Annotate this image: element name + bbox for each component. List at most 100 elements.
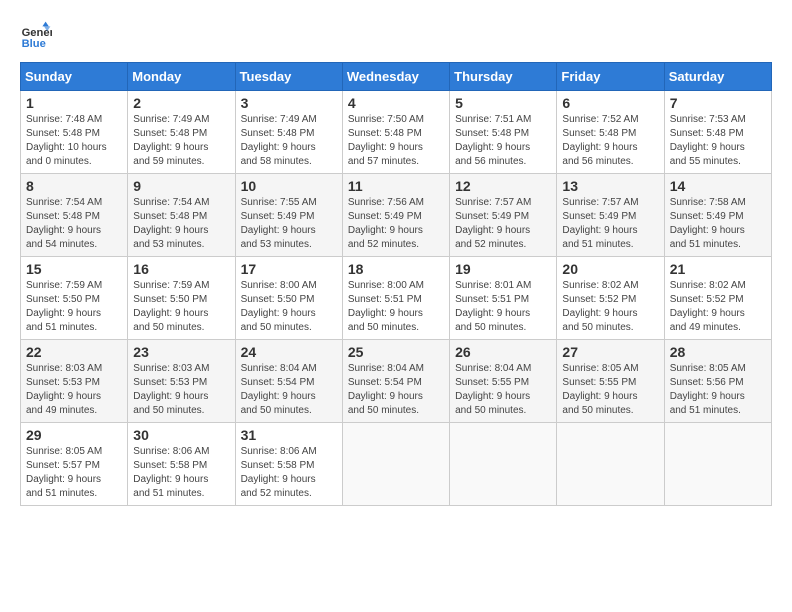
day-info: Sunrise: 8:02 AM Sunset: 5:52 PM Dayligh… bbox=[562, 279, 658, 335]
day-info: Sunrise: 7:55 AM Sunset: 5:49 PM Dayligh… bbox=[241, 196, 337, 252]
calendar-week-2: 8Sunrise: 7:54 AM Sunset: 5:48 PM Daylig… bbox=[21, 174, 772, 257]
calendar-cell: 18Sunrise: 8:00 AM Sunset: 5:51 PM Dayli… bbox=[342, 257, 449, 340]
day-info: Sunrise: 8:04 AM Sunset: 5:55 PM Dayligh… bbox=[455, 362, 551, 418]
day-number: 28 bbox=[670, 344, 766, 360]
day-info: Sunrise: 7:53 AM Sunset: 5:48 PM Dayligh… bbox=[670, 113, 766, 169]
day-number: 21 bbox=[670, 261, 766, 277]
calendar-cell: 29 Sunrise: 8:05 AM Sunset: 5:57 PM Dayli… bbox=[21, 423, 128, 506]
day-info: Sunrise: 7:57 AM Sunset: 5:49 PM Dayligh… bbox=[562, 196, 658, 252]
day-number: 6 bbox=[562, 95, 658, 111]
day-number: 1 bbox=[26, 95, 122, 111]
day-number: 26 bbox=[455, 344, 551, 360]
day-info: Sunrise: 7:54 AM Sunset: 5:48 PM Dayligh… bbox=[26, 196, 122, 252]
svg-text:Blue: Blue bbox=[22, 38, 46, 50]
day-number: 23 bbox=[133, 344, 229, 360]
day-info: Sunrise: 8:03 AM Sunset: 5:53 PM Dayligh… bbox=[133, 362, 229, 418]
calendar-cell: 13Sunrise: 7:57 AM Sunset: 5:49 PM Dayli… bbox=[557, 174, 664, 257]
day-number: 3 bbox=[241, 95, 337, 111]
day-info: Sunrise: 8:05 AM Sunset: 5:57 PM Dayligh… bbox=[26, 445, 122, 501]
day-info: Sunrise: 8:02 AM Sunset: 5:52 PM Dayligh… bbox=[670, 279, 766, 335]
day-number: 19 bbox=[455, 261, 551, 277]
day-info: Sunrise: 8:05 AM Sunset: 5:55 PM Dayligh… bbox=[562, 362, 658, 418]
day-number: 27 bbox=[562, 344, 658, 360]
day-number: 14 bbox=[670, 178, 766, 194]
day-number: 31 bbox=[241, 427, 337, 443]
day-info: Sunrise: 7:58 AM Sunset: 5:49 PM Dayligh… bbox=[670, 196, 766, 252]
calendar-week-3: 15 Sunrise: 7:59 AM Sunset: 5:50 PM Dayli… bbox=[21, 257, 772, 340]
day-info: Sunrise: 7:59 AM Sunset: 5:50 PM Dayligh… bbox=[26, 279, 122, 335]
calendar-week-4: 22 Sunrise: 8:03 AM Sunset: 5:53 PM Dayli… bbox=[21, 340, 772, 423]
day-info: Sunrise: 8:06 AM Sunset: 5:58 PM Dayligh… bbox=[133, 445, 229, 501]
calendar-cell: 12Sunrise: 7:57 AM Sunset: 5:49 PM Dayli… bbox=[450, 174, 557, 257]
day-info: Sunrise: 8:06 AM Sunset: 5:58 PM Dayligh… bbox=[241, 445, 337, 501]
day-info: Sunrise: 7:52 AM Sunset: 5:48 PM Dayligh… bbox=[562, 113, 658, 169]
weekday-thursday: Thursday bbox=[450, 63, 557, 91]
day-number: 5 bbox=[455, 95, 551, 111]
calendar-cell: 17Sunrise: 8:00 AM Sunset: 5:50 PM Dayli… bbox=[235, 257, 342, 340]
day-number: 16 bbox=[133, 261, 229, 277]
day-info: Sunrise: 7:56 AM Sunset: 5:49 PM Dayligh… bbox=[348, 196, 444, 252]
day-number: 7 bbox=[670, 95, 766, 111]
day-info: Sunrise: 8:03 AM Sunset: 5:53 PM Dayligh… bbox=[26, 362, 122, 418]
weekday-header-row: SundayMondayTuesdayWednesdayThursdayFrid… bbox=[21, 63, 772, 91]
day-number: 30 bbox=[133, 427, 229, 443]
calendar-cell: 14 Sunrise: 7:58 AM Sunset: 5:49 PM Dayli… bbox=[664, 174, 771, 257]
day-number: 10 bbox=[241, 178, 337, 194]
day-number: 29 bbox=[26, 427, 122, 443]
calendar-cell: 11Sunrise: 7:56 AM Sunset: 5:49 PM Dayli… bbox=[342, 174, 449, 257]
day-number: 2 bbox=[133, 95, 229, 111]
calendar-cell bbox=[450, 423, 557, 506]
calendar-cell bbox=[557, 423, 664, 506]
day-info: Sunrise: 7:48 AM Sunset: 5:48 PM Dayligh… bbox=[26, 113, 122, 169]
logo: General Blue bbox=[20, 20, 56, 52]
day-info: Sunrise: 7:49 AM Sunset: 5:48 PM Dayligh… bbox=[133, 113, 229, 169]
calendar-cell bbox=[342, 423, 449, 506]
calendar-cell: 21 Sunrise: 8:02 AM Sunset: 5:52 PM Dayli… bbox=[664, 257, 771, 340]
calendar-cell: 4 Sunrise: 7:50 AM Sunset: 5:48 PM Daylig… bbox=[342, 91, 449, 174]
calendar-week-5: 29 Sunrise: 8:05 AM Sunset: 5:57 PM Dayli… bbox=[21, 423, 772, 506]
weekday-sunday: Sunday bbox=[21, 63, 128, 91]
calendar-cell: 6 Sunrise: 7:52 AM Sunset: 5:48 PM Daylig… bbox=[557, 91, 664, 174]
calendar-cell: 3 Sunrise: 7:49 AM Sunset: 5:48 PM Daylig… bbox=[235, 91, 342, 174]
calendar-cell: 8Sunrise: 7:54 AM Sunset: 5:48 PM Daylig… bbox=[21, 174, 128, 257]
day-info: Sunrise: 7:49 AM Sunset: 5:48 PM Dayligh… bbox=[241, 113, 337, 169]
calendar-cell: 10 Sunrise: 7:55 AM Sunset: 5:49 PM Dayli… bbox=[235, 174, 342, 257]
weekday-monday: Monday bbox=[128, 63, 235, 91]
weekday-tuesday: Tuesday bbox=[235, 63, 342, 91]
day-info: Sunrise: 7:59 AM Sunset: 5:50 PM Dayligh… bbox=[133, 279, 229, 335]
calendar-cell: 16 Sunrise: 7:59 AM Sunset: 5:50 PM Dayli… bbox=[128, 257, 235, 340]
calendar-cell: 19 Sunrise: 8:01 AM Sunset: 5:51 PM Dayli… bbox=[450, 257, 557, 340]
calendar-cell: 9 Sunrise: 7:54 AM Sunset: 5:48 PM Daylig… bbox=[128, 174, 235, 257]
calendar-cell: 31 Sunrise: 8:06 AM Sunset: 5:58 PM Dayli… bbox=[235, 423, 342, 506]
day-number: 25 bbox=[348, 344, 444, 360]
day-number: 24 bbox=[241, 344, 337, 360]
day-info: Sunrise: 8:00 AM Sunset: 5:50 PM Dayligh… bbox=[241, 279, 337, 335]
day-info: Sunrise: 8:01 AM Sunset: 5:51 PM Dayligh… bbox=[455, 279, 551, 335]
calendar-cell: 27 Sunrise: 8:05 AM Sunset: 5:55 PM Dayli… bbox=[557, 340, 664, 423]
calendar-cell: 15 Sunrise: 7:59 AM Sunset: 5:50 PM Dayli… bbox=[21, 257, 128, 340]
calendar-cell: 7 Sunrise: 7:53 AM Sunset: 5:48 PM Daylig… bbox=[664, 91, 771, 174]
calendar-cell bbox=[664, 423, 771, 506]
calendar-cell: 22 Sunrise: 8:03 AM Sunset: 5:53 PM Dayli… bbox=[21, 340, 128, 423]
calendar-cell: 1 Sunrise: 7:48 AM Sunset: 5:48 PM Daylig… bbox=[21, 91, 128, 174]
weekday-saturday: Saturday bbox=[664, 63, 771, 91]
day-info: Sunrise: 7:57 AM Sunset: 5:49 PM Dayligh… bbox=[455, 196, 551, 252]
calendar-cell: 24 Sunrise: 8:04 AM Sunset: 5:54 PM Dayli… bbox=[235, 340, 342, 423]
day-number: 22 bbox=[26, 344, 122, 360]
day-info: Sunrise: 8:04 AM Sunset: 5:54 PM Dayligh… bbox=[241, 362, 337, 418]
calendar-cell: 30 Sunrise: 8:06 AM Sunset: 5:58 PM Dayli… bbox=[128, 423, 235, 506]
day-info: Sunrise: 7:50 AM Sunset: 5:48 PM Dayligh… bbox=[348, 113, 444, 169]
calendar-body: 1 Sunrise: 7:48 AM Sunset: 5:48 PM Daylig… bbox=[21, 91, 772, 506]
day-number: 20 bbox=[562, 261, 658, 277]
day-info: Sunrise: 8:05 AM Sunset: 5:56 PM Dayligh… bbox=[670, 362, 766, 418]
day-number: 4 bbox=[348, 95, 444, 111]
calendar-cell: 28 Sunrise: 8:05 AM Sunset: 5:56 PM Dayli… bbox=[664, 340, 771, 423]
day-number: 15 bbox=[26, 261, 122, 277]
weekday-wednesday: Wednesday bbox=[342, 63, 449, 91]
calendar-week-1: 1 Sunrise: 7:48 AM Sunset: 5:48 PM Daylig… bbox=[21, 91, 772, 174]
day-info: Sunrise: 7:54 AM Sunset: 5:48 PM Dayligh… bbox=[133, 196, 229, 252]
day-number: 9 bbox=[133, 178, 229, 194]
weekday-friday: Friday bbox=[557, 63, 664, 91]
day-info: Sunrise: 7:51 AM Sunset: 5:48 PM Dayligh… bbox=[455, 113, 551, 169]
calendar-cell: 20 Sunrise: 8:02 AM Sunset: 5:52 PM Dayli… bbox=[557, 257, 664, 340]
